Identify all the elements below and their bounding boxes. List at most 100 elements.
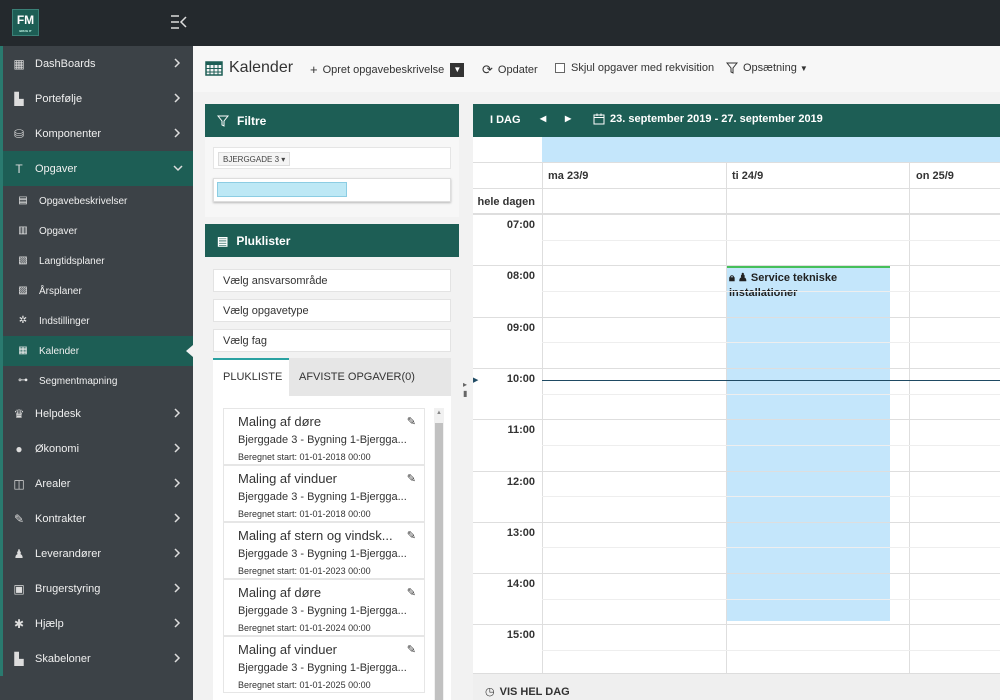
sidebar-item-label: Komponenter bbox=[35, 127, 102, 140]
today-button[interactable]: I DAG bbox=[490, 114, 521, 126]
show-full-day-button[interactable]: ◷ VIS HEL DAG bbox=[473, 673, 1000, 700]
sidebar-item-dashboards[interactable]: ▦ DashBoards bbox=[0, 46, 193, 81]
half-hour-line bbox=[542, 240, 1000, 241]
sidebar-item-helpdesk[interactable]: ♛ Helpdesk bbox=[0, 396, 193, 431]
day-header-wed[interactable]: on 25/9 bbox=[916, 170, 954, 182]
time-label: 15:00 bbox=[506, 629, 535, 641]
contract-icon: ✎ bbox=[13, 511, 25, 526]
sidebar-subitem-langtidsplaner[interactable]: ▧ Langtidsplaner bbox=[0, 246, 193, 276]
sidebar-item-portefølje[interactable]: ▙ Portefølje bbox=[0, 81, 193, 116]
hour-line bbox=[473, 368, 1000, 369]
picklist-tabs: PLUKLISTE AFVISTE OPGAVER(0) bbox=[213, 358, 451, 396]
picklists-header[interactable]: ▤ Pluklister bbox=[205, 224, 459, 257]
hide-requisition-checkbox[interactable]: Skjul opgaver med rekvisition bbox=[555, 62, 714, 74]
settings-dropdown[interactable]: Opsætning ▼ bbox=[726, 62, 808, 74]
supplier-icon: ♟ bbox=[13, 546, 25, 561]
grid-line bbox=[473, 162, 1000, 163]
panel-splitter[interactable]: ▸ ▮ bbox=[463, 380, 467, 402]
sidebar-subitem-kalender[interactable]: ▦ Kalender bbox=[0, 336, 193, 366]
next-icon[interactable]: ▶ bbox=[565, 114, 571, 123]
task-type-select[interactable]: Vælg opgavetype bbox=[213, 299, 451, 322]
pencil-icon[interactable]: ✎ bbox=[407, 643, 416, 656]
filter-search-input[interactable] bbox=[213, 178, 451, 202]
grid-line bbox=[473, 188, 1000, 189]
list-scrollbar[interactable]: ▲ bbox=[434, 408, 444, 700]
collapse-menu-icon[interactable] bbox=[170, 14, 188, 30]
day-header-mon[interactable]: ma 23/9 bbox=[548, 170, 588, 182]
sidebar-item-kontrakter[interactable]: ✎ Kontrakter bbox=[0, 501, 193, 536]
sidebar-subitem-årsplaner[interactable]: ▨ Årsplaner bbox=[0, 276, 193, 306]
picklist-card[interactable]: Maling af stern og vindsk... ✎ Bjerggade 3… bbox=[223, 522, 425, 579]
property-filter[interactable]: BJERGGADE 3 ▾ bbox=[213, 147, 451, 169]
chevron-down-icon bbox=[173, 162, 183, 174]
sidebar-item-opgaver[interactable]: T Opgaver bbox=[0, 151, 193, 186]
picklist-card[interactable]: Maling af vinduer ✎ Bjerggade 3 - Bygning … bbox=[223, 636, 425, 693]
sidebar-subitem-indstillinger[interactable]: ✲ Indstillinger bbox=[0, 306, 193, 336]
day-header-tue[interactable]: ti 24/9 bbox=[732, 170, 763, 182]
pencil-icon[interactable]: ✎ bbox=[407, 415, 416, 428]
chevron-right-icon bbox=[173, 512, 181, 524]
picklist-card[interactable]: Maling af døre ✎ Bjerggade 3 - Bygning 1-B… bbox=[223, 408, 425, 465]
half-hour-line bbox=[542, 291, 1000, 292]
components-icon: ⛁ bbox=[13, 126, 25, 141]
card-location: Bjerggade 3 - Bygning 1-Bjergga... bbox=[238, 662, 407, 674]
card-location: Bjerggade 3 - Bygning 1-Bjergga... bbox=[238, 605, 407, 617]
picklist-card[interactable]: Maling af vinduer ✎ Bjerggade 3 - Bygning … bbox=[223, 465, 425, 522]
trade-select[interactable]: Vælg fag bbox=[213, 329, 451, 352]
pencil-icon[interactable]: ✎ bbox=[407, 472, 416, 485]
tab-picklist[interactable]: PLUKLISTE bbox=[213, 358, 289, 396]
hide-label: Skjul opgaver med rekvisition bbox=[571, 62, 715, 74]
sidebar-subitem-opgaver[interactable]: ▥ Opgaver bbox=[0, 216, 193, 246]
update-button[interactable]: ⟳ Opdater bbox=[482, 62, 538, 78]
card-title: Maling af døre bbox=[238, 414, 322, 429]
pencil-icon[interactable]: ✎ bbox=[407, 586, 416, 599]
scroll-thumb[interactable] bbox=[435, 423, 443, 700]
sidebar-item-label: Leverandører bbox=[35, 547, 102, 560]
calendar-icon bbox=[205, 61, 223, 76]
segment-icon: ⊶ bbox=[18, 375, 28, 386]
sidebar: ▦ DashBoards ▙ Portefølje ⛁ Komponenter T Opgav… bbox=[0, 46, 193, 700]
current-time-line bbox=[542, 380, 1000, 381]
pencil-icon[interactable]: ✎ bbox=[407, 529, 416, 542]
hour-line bbox=[473, 419, 1000, 420]
help-icon: ✱ bbox=[13, 616, 25, 631]
lock-icon: 🔒︎ bbox=[729, 272, 735, 284]
sidebar-item-arealer[interactable]: ◫ Arealer bbox=[0, 466, 193, 501]
sidebar-item-brugerstyring[interactable]: ▣ Brugerstyring bbox=[0, 571, 193, 606]
sidebar-item-hjælp[interactable]: ✱ Hjælp bbox=[0, 606, 193, 641]
sidebar-subitem-label: Opgavebeskrivelser bbox=[39, 195, 128, 207]
card-start-date: Beregnet start: 01-01-2018 00:00 bbox=[238, 452, 371, 462]
clipboard-icon: ▥ bbox=[18, 225, 28, 236]
sidebar-subitem-opgavebeskrivelser[interactable]: ▤ Opgavebeskrivelser bbox=[0, 186, 193, 216]
date-range[interactable]: 23. september 2019 - 27. september 2019 bbox=[593, 113, 823, 125]
picklist-card[interactable]: Maling af døre ✎ Bjerggade 3 - Bygning 1-B… bbox=[223, 579, 425, 636]
sidebar-subitem-segmentmapning[interactable]: ⊶ Segmentmapning bbox=[0, 366, 193, 396]
grid-divider bbox=[542, 162, 543, 673]
responsibility-select[interactable]: Vælg ansvarsområde bbox=[213, 269, 451, 292]
app-logo[interactable]: FM BRUG IT bbox=[12, 9, 39, 36]
funnel-icon bbox=[726, 62, 738, 74]
tab-rejected-tasks[interactable]: AFVISTE OPGAVER(0) bbox=[289, 358, 425, 396]
time-label: 07:00 bbox=[506, 219, 535, 231]
gear-icon: ✲ bbox=[18, 315, 28, 326]
sidebar-item-label: Opgaver bbox=[35, 162, 78, 175]
card-title: Maling af vinduer bbox=[238, 471, 337, 486]
sidebar-item-leverandører[interactable]: ♟ Leverandører bbox=[0, 536, 193, 571]
hour-line bbox=[473, 624, 1000, 625]
card-start-date: Beregnet start: 01-01-2025 00:00 bbox=[238, 680, 371, 690]
previous-icon[interactable]: ◀ bbox=[540, 114, 546, 123]
calendar-event[interactable]: 🔒︎ ♟ Service tekniske installationer bbox=[727, 265, 890, 621]
scroll-up-icon[interactable]: ▲ bbox=[436, 410, 442, 416]
input-highlight bbox=[217, 182, 347, 197]
checkbox-box[interactable] bbox=[555, 63, 565, 73]
sidebar-item-skabeloner[interactable]: ▙ Skabeloner bbox=[0, 641, 193, 676]
chevron-down-icon[interactable]: ▼ bbox=[450, 62, 465, 77]
sidebar-item-label: DashBoards bbox=[35, 57, 96, 70]
property-tag[interactable]: BJERGGADE 3 ▾ bbox=[218, 152, 291, 166]
sidebar-item-økonomi[interactable]: ● Økonomi bbox=[0, 431, 193, 466]
chevron-right-icon bbox=[173, 57, 181, 69]
create-task-description-button[interactable]: + Opret opgavebeskrivelse ▼ bbox=[310, 62, 465, 77]
filters-header[interactable]: Filtre bbox=[205, 104, 459, 137]
description-icon: ▤ bbox=[18, 195, 28, 206]
sidebar-item-komponenter[interactable]: ⛁ Komponenter bbox=[0, 116, 193, 151]
